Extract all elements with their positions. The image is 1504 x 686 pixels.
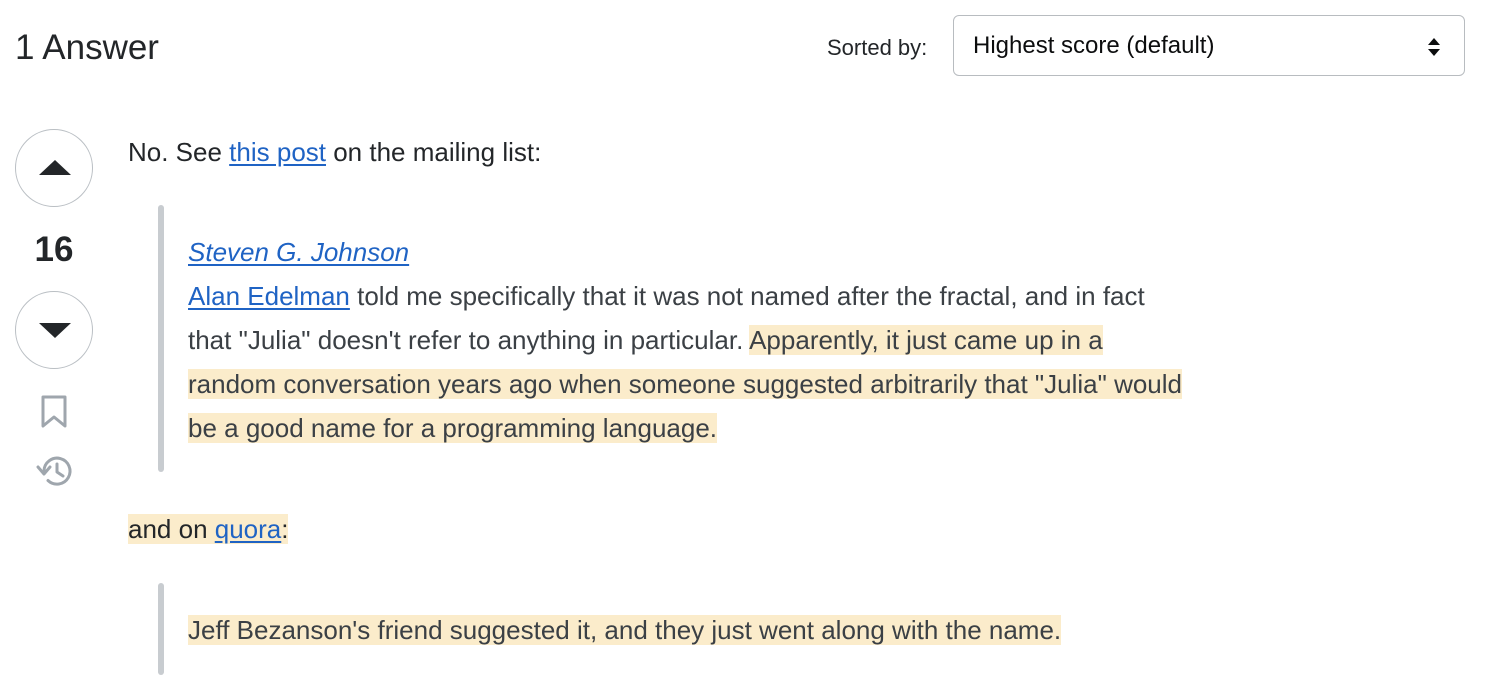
bookmark-icon[interactable] — [40, 395, 68, 429]
quora-link[interactable]: quora — [215, 514, 282, 544]
second-paragraph-highlight: and on quora: — [128, 514, 289, 544]
quote2-text: Jeff Bezanson's friend suggested it, and… — [188, 615, 1062, 645]
downvote-button[interactable] — [15, 291, 93, 369]
select-arrows-icon — [1428, 38, 1440, 56]
second-suffix: : — [281, 514, 289, 544]
blockquote-mailing-list: Steven G. Johnson Alan Edelman told me s… — [188, 230, 1183, 450]
sort-select[interactable]: Highest score (default) — [953, 15, 1465, 76]
second-prefix: and on — [128, 514, 215, 544]
quote1-line2-highlight: Apparently, it just came up in a — [749, 325, 1103, 355]
blockquote-bar — [158, 205, 164, 472]
this-post-link[interactable]: this post — [229, 137, 326, 167]
intro-paragraph: No. See this post on the mailing list: — [128, 130, 541, 174]
answers-header: 1 Answer Sorted by: Highest score (defau… — [0, 0, 1504, 96]
quote1-line2-plain: that "Julia" doesn't refer to anything i… — [188, 325, 750, 355]
intro-prefix: No. See — [128, 137, 230, 167]
quote1-line1-rest: told me specifically that it was not nam… — [349, 281, 1145, 311]
quote-author-link[interactable]: Steven G. Johnson — [188, 237, 409, 267]
blockquote-quora: Jeff Bezanson's friend suggested it, and… — [188, 608, 1062, 652]
sort-select-value: Highest score (default) — [973, 32, 1215, 59]
quote1-line4: be a good name for a programming languag… — [188, 413, 718, 443]
blockquote-bar-2 — [158, 583, 164, 675]
sort-label: Sorted by: — [827, 35, 928, 60]
upvote-button[interactable] — [15, 129, 93, 207]
arrow-up-icon — [39, 160, 71, 175]
arrow-down-icon — [39, 323, 71, 338]
answers-count-title: 1 Answer — [15, 28, 159, 67]
intro-suffix: on the mailing list: — [326, 137, 542, 167]
quote1-line3: random conversation years ago when someo… — [188, 369, 1183, 399]
vote-score: 16 — [34, 230, 74, 269]
history-icon[interactable] — [35, 453, 75, 489]
person-link[interactable]: Alan Edelman — [188, 281, 350, 311]
second-paragraph: and on quora: — [128, 507, 289, 551]
